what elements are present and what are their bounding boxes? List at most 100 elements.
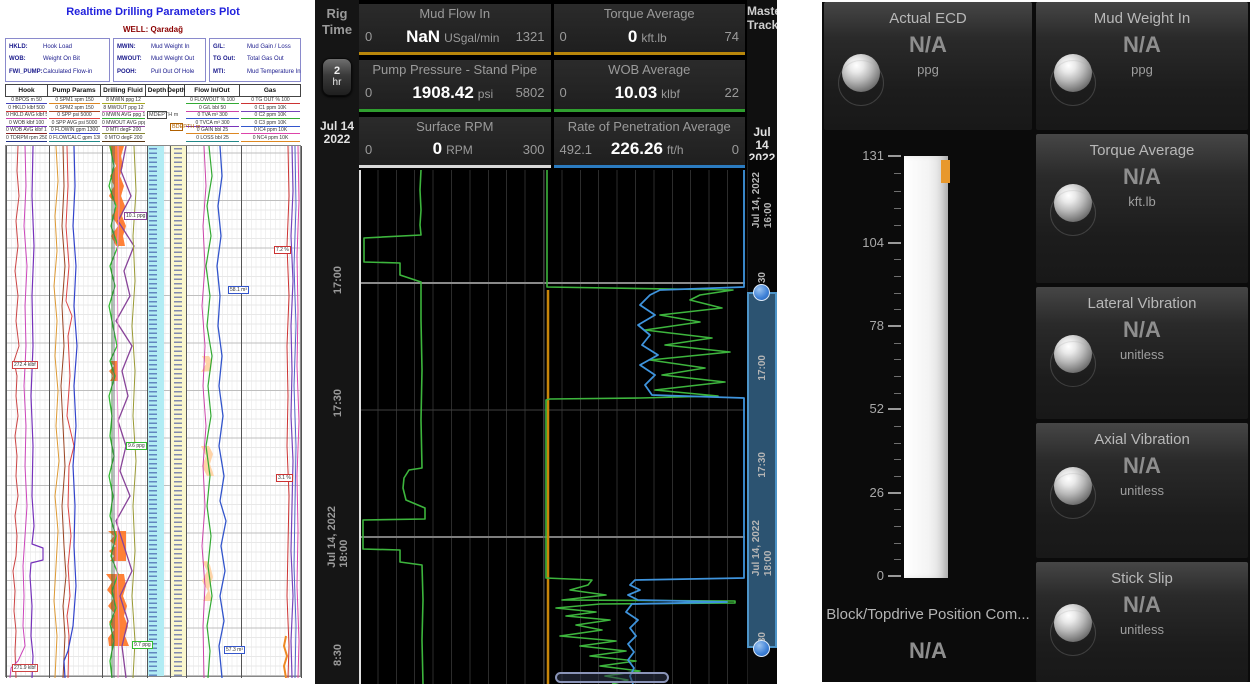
horizontal-scroll-pill[interactable] — [555, 672, 669, 683]
gauge-value: 10.03klbf — [588, 83, 708, 103]
rotated-time-label: 30 — [748, 590, 777, 684]
gauge-tile-wob-average[interactable]: WOB Average010.03klbf22 — [554, 60, 746, 111]
curve-legend-row: 0 BPOS m 500 HKLD klbf 5000 HKLD AVG klb… — [5, 97, 301, 143]
legend-desc: Mud Temperature In — [247, 69, 301, 76]
gauge-minor-tick — [894, 459, 901, 460]
plot-title: Realtime Drilling Parameters Plot — [4, 6, 302, 18]
track-header-drilling-fluid: Drilling Fluid — [101, 84, 146, 97]
gauge-scale-bar — [554, 165, 746, 168]
gauge-title: Pump Pressure - Stand Pipe — [359, 60, 551, 77]
curve — [546, 170, 735, 684]
curve-legend-entry: 0 WOB AVG klbf 100 — [6, 127, 47, 134]
interval-2hr-button[interactable]: 2 hr — [322, 58, 352, 96]
curve-value-tag: 57.3 m³ — [224, 646, 245, 654]
card-actual-ecd[interactable]: Actual ECDN/Appg — [824, 2, 1032, 130]
gauge-unit: klbf — [661, 87, 680, 101]
curve-value-tag: 10.1 ppg — [124, 212, 147, 220]
gauge-minor-tick — [894, 293, 901, 294]
curve-legend-entry: 0 G/L bbl 50 — [186, 105, 239, 112]
gauge-min: 0 — [359, 85, 393, 100]
curve-value-tag: 9.7 ppg — [132, 641, 153, 649]
gauge-minor-tick — [894, 173, 901, 174]
curve-legend-entry: 0 SPM1 spm 150 — [49, 97, 100, 104]
selection-bottom-handle[interactable] — [753, 640, 770, 657]
gauge-value-row: 010.03klbf22 — [554, 77, 746, 108]
gauge-tile-pump-pressure-stand-pipe[interactable]: Pump Pressure - Stand Pipe01908.42psi580… — [359, 60, 551, 111]
rig-time-chart-panel: Rig Time 2 hr Jul 14 2022 17:0017:30Jul … — [315, 0, 777, 684]
gauge-tile-mud-flow-in[interactable]: Mud Flow In0NaNUSgal/min1321 — [359, 4, 551, 55]
gauge-minor-tick — [894, 376, 901, 377]
gauge-tick-label: 104 — [832, 235, 884, 250]
legend-row: HKLD:Hook Load — [9, 44, 106, 51]
gauge-tile-torque-average[interactable]: Torque Average00kft.lb74 — [554, 4, 746, 55]
curve-legend-entry: 8 MWIN ppg 12 — [102, 97, 145, 104]
gauge-unit: kft.lb — [641, 31, 666, 45]
gauge-value: 0kft.lb — [588, 27, 708, 47]
well-name: WELL: Qaradağ — [4, 25, 302, 34]
card-mud-weight-in[interactable]: Mud Weight InN/Appg — [1036, 2, 1248, 130]
legend-row: MWOUT:Mud Weight Out — [117, 56, 202, 63]
gauge-minor-tick — [894, 426, 901, 427]
rotated-time-label: Jul 14, 202218:00 — [748, 500, 777, 596]
card-title: Mud Weight In — [1036, 10, 1248, 27]
curve — [30, 146, 43, 678]
card-lateral-vibration[interactable]: Lateral VibrationN/Aunitless — [1036, 287, 1248, 419]
gauge-minor-tick — [894, 509, 901, 510]
gauge-tick-label: 131 — [832, 148, 884, 163]
selection-top-handle[interactable] — [753, 284, 770, 301]
gauge-value: NaNUSgal/min — [393, 27, 513, 47]
legend-desc: Pull Out Of Hole — [151, 69, 194, 76]
gauge-tile-rate-of-penetration-average[interactable]: Rate of Penetration Average492.1226.26ft… — [554, 117, 746, 168]
legend-row: MTI:Mud Temperature In — [213, 69, 297, 76]
gauge-min: 492.1 — [554, 142, 588, 157]
gauge-minor-tick — [894, 309, 901, 310]
card-title: Lateral Vibration — [1036, 295, 1248, 312]
legend-row: WOB:Weight On Bit — [9, 56, 106, 63]
card-title: Actual ECD — [824, 10, 1032, 27]
curve-legend-entry: 0 MWOUT AVG ppg 16 — [102, 120, 145, 127]
legend-desc: Mud Weight Out — [151, 56, 194, 63]
gauge-tile-surface-rpm[interactable]: Surface RPM00RPM300 — [359, 117, 551, 168]
curve — [284, 636, 287, 678]
card-torque-average[interactable]: Torque AverageN/Akft.lb — [1036, 134, 1248, 283]
card-title: Torque Average — [1036, 142, 1248, 159]
gauge-max: 22 — [707, 85, 745, 100]
curve-legend-entry: 0 LOSS bbl 25 — [186, 135, 239, 142]
status-lamp-icon — [842, 54, 880, 92]
card-stick-slip[interactable]: Stick SlipN/Aunitless — [1036, 562, 1248, 682]
gauge-title: Rate of Penetration Average — [554, 117, 746, 134]
gauge-unit: ft/h — [667, 143, 684, 157]
track-header-flow-in-out: Flow In/Out — [185, 84, 240, 97]
strip-chart-area — [359, 170, 745, 684]
gauge-value-row: 01908.42psi5802 — [359, 77, 551, 108]
gauge-value-row: 0NaNUSgal/min1321 — [359, 21, 551, 52]
curve-legend-entry: 0 C3 ppm 10K — [241, 120, 300, 127]
gauge-minor-tick — [894, 443, 901, 444]
track-header-hook: Hook — [5, 84, 48, 97]
legend-abbr: MWOUT: — [117, 56, 151, 63]
gauge-unit: psi — [478, 87, 493, 101]
curve — [217, 146, 226, 678]
gauge-scale-bar — [554, 52, 746, 55]
card-axial-vibration[interactable]: Axial VibrationN/Aunitless — [1036, 423, 1248, 558]
rotated-time-label: 17:30 — [323, 355, 353, 451]
gauge-major-tick — [888, 408, 901, 410]
legend-row: TG Out:Total Gas Out — [213, 56, 297, 63]
curve — [54, 146, 59, 678]
rotated-time-label: 17:00 — [323, 232, 353, 328]
gauge-minor-tick — [894, 259, 901, 260]
curve-value-tag: 9.6 ppg — [126, 442, 147, 450]
gauge-value: 0RPM — [393, 139, 513, 159]
curve-value-tag: 7.2 % — [274, 246, 291, 254]
curve-legend-entry: 0 FLOWIN gpm 1300 — [49, 127, 100, 134]
track-header-row: HookPump ParamsDrilling FluidDepthDepthF… — [5, 84, 301, 97]
well-log-curves-svg — [6, 146, 302, 678]
curve — [287, 146, 289, 678]
gauge-major-tick — [888, 242, 901, 244]
block-position-gauge: 1311047852260Block/Topdrive Position Com… — [824, 136, 1032, 682]
well-log-plot: 10.1 ppg58.1 m³7.2 %3.1 %272.4 klbf271.9… — [5, 145, 301, 677]
gauge-tick-label: 78 — [832, 318, 884, 333]
depth-track-label: MDEPTH m — [147, 111, 167, 119]
curve-value-tag: 272.4 klbf — [12, 361, 38, 369]
legend-row: G/L:Mud Gain / Loss — [213, 44, 297, 51]
